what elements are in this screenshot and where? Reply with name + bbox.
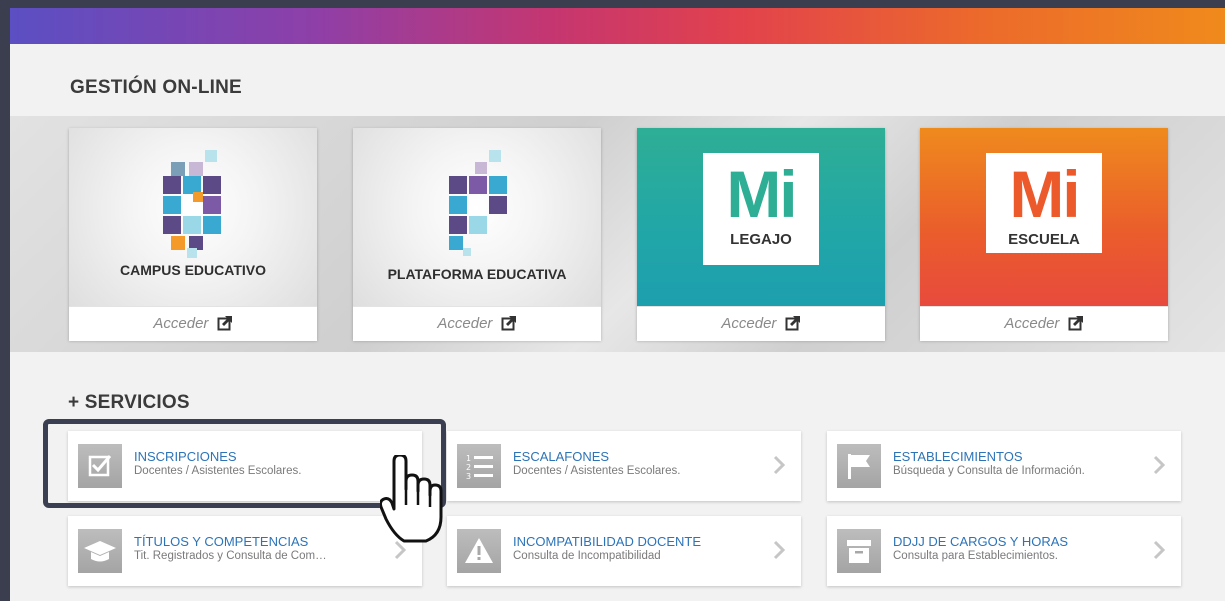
servicios-title: + SERVICIOS [68, 392, 190, 413]
mi-logo-sub: ESCUELA [1008, 231, 1080, 248]
card-title: CAMPUS EDUCATIVO [120, 262, 266, 278]
mi-logo-text: Mi [726, 157, 797, 231]
service-desc: Consulta de Incompatibilidad [513, 550, 661, 562]
service-establecimientos[interactable]: ESTABLECIMIENTOS Búsqueda y Consulta de … [827, 431, 1181, 501]
mi-logo-text: Mi [1009, 157, 1080, 231]
chevron-right-icon [1153, 455, 1165, 475]
external-link-icon [1068, 315, 1083, 331]
service-desc: Búsqueda y Consulta de Información. [893, 465, 1085, 477]
service-title: TÍTULOS Y COMPETENCIAS [134, 534, 309, 549]
flag-icon [837, 444, 881, 488]
chevron-right-icon [773, 540, 785, 560]
card-title: PLATAFORMA EDUCATIVA [387, 266, 567, 282]
service-desc: Docentes / Asistentes Escolares. [513, 465, 681, 477]
mi-legajo-logo: Mi LEGAJO [703, 153, 819, 265]
service-title: INCOMPATIBILIDAD DOCENTE [513, 534, 702, 549]
card-image: PLATAFORMA EDUCATIVA [353, 128, 601, 306]
mi-escuela-logo: Mi ESCUELA [986, 153, 1102, 253]
svg-text:2: 2 [466, 463, 471, 472]
service-incompatibilidad-docente[interactable]: INCOMPATIBILIDAD DOCENTE Consulta de Inc… [447, 516, 801, 586]
service-desc: Consulta para Establecimientos. [893, 550, 1058, 562]
acceder-label: Acceder [721, 315, 777, 332]
hand-pointer-cursor-icon [380, 455, 443, 543]
numbered-list-icon: 1 2 3 [457, 444, 501, 488]
service-title: ESTABLECIMIENTOS [893, 449, 1023, 464]
card-campus-educativo[interactable]: CAMPUS EDUCATIVO Acceder [69, 128, 317, 341]
card-image: Mi LEGAJO [637, 128, 885, 306]
acceder-label: Acceder [153, 315, 209, 332]
plataforma-logo-icon [449, 150, 507, 256]
service-titulos-competencias[interactable]: TÍTULOS Y COMPETENCIAS Tit. Registrados … [68, 516, 422, 586]
gestion-online-title: GESTIÓN ON-LINE [70, 77, 242, 98]
card-mi-escuela[interactable]: Mi ESCUELA Acceder [920, 128, 1168, 341]
chevron-right-icon [773, 455, 785, 475]
external-link-icon [501, 315, 516, 331]
header-gradient-bar [10, 8, 1225, 44]
acceder-link[interactable]: Acceder [920, 306, 1168, 341]
warning-icon [457, 529, 501, 573]
svg-text:1: 1 [466, 454, 471, 463]
external-link-icon [785, 315, 800, 331]
acceder-label: Acceder [437, 315, 493, 332]
graduation-cap-icon [78, 529, 122, 573]
card-plataforma-educativa[interactable]: PLATAFORMA EDUCATIVA Acceder [353, 128, 601, 341]
card-mi-legajo[interactable]: Mi LEGAJO Acceder [637, 128, 885, 341]
service-desc: Tit. Registrados y Consulta de Com… [134, 550, 327, 562]
external-link-icon [217, 315, 232, 331]
acceder-link[interactable]: Acceder [69, 306, 317, 341]
service-ddjj-cargos-horas[interactable]: DDJJ DE CARGOS Y HORAS Consulta para Est… [827, 516, 1181, 586]
campus-logo-icon [163, 150, 221, 258]
card-image: CAMPUS EDUCATIVO [69, 128, 317, 306]
chevron-right-icon [1153, 540, 1165, 560]
service-title: ESCALAFONES [513, 449, 610, 464]
acceder-link[interactable]: Acceder [353, 306, 601, 341]
svg-text:3: 3 [466, 472, 471, 481]
service-escalafones[interactable]: 1 2 3 ESCALAFONES Docentes / Asistentes … [447, 431, 801, 501]
acceder-label: Acceder [1004, 315, 1060, 332]
card-image: Mi ESCUELA [920, 128, 1168, 306]
mi-logo-sub: LEGAJO [730, 231, 792, 248]
acceder-link[interactable]: Acceder [637, 306, 885, 341]
archive-box-icon [837, 529, 881, 573]
service-title: DDJJ DE CARGOS Y HORAS [893, 534, 1069, 549]
